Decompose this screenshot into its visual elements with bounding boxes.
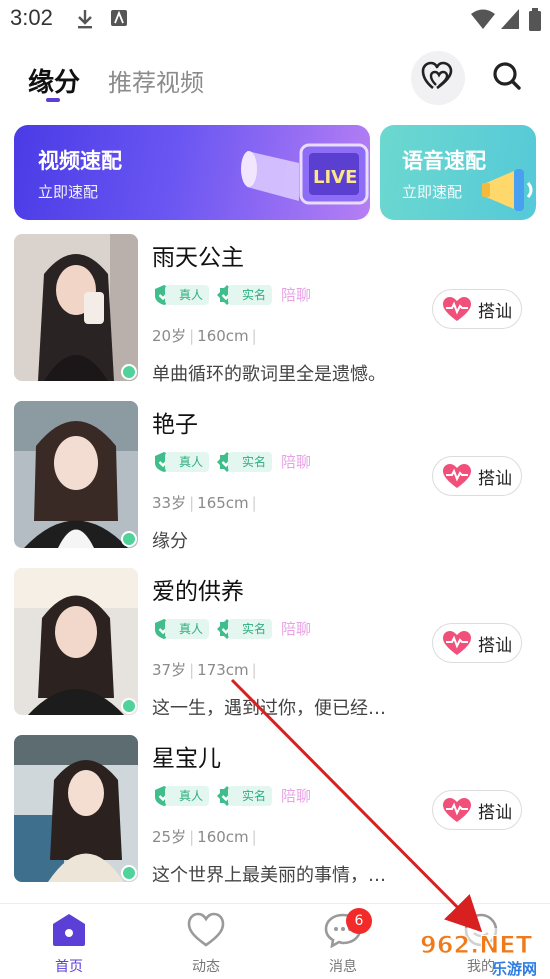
user-bio: 缘分: [152, 531, 188, 552]
megaphone-icon: [480, 165, 536, 220]
wifi-icon: [470, 8, 496, 34]
strike-up-button[interactable]: 搭讪: [432, 289, 522, 329]
double-heart-icon: [421, 61, 455, 95]
avatar[interactable]: [14, 735, 138, 882]
user-name: 艳子: [152, 412, 198, 438]
user-info: 33岁 | 165cm |: [152, 494, 257, 512]
companion-chat-tag: 陪聊: [281, 620, 312, 638]
verified-name-badge: 实名: [216, 617, 273, 641]
user-info: 37岁 | 173cm |: [152, 661, 257, 679]
user-age: 33岁: [152, 494, 187, 512]
real-person-badge: 真人: [153, 283, 210, 307]
video-match-title: 视频速配: [38, 149, 122, 173]
user-info: 25岁 | 160cm |: [152, 828, 257, 846]
strike-up-label: 搭讪: [478, 635, 512, 656]
companion-chat-tag: 陪聊: [281, 453, 312, 471]
nav-home-label: 首页: [55, 959, 83, 975]
video-match-banner[interactable]: 视频速配 立即速配 LIVE: [14, 125, 370, 220]
battery-icon: [528, 8, 542, 36]
user-name: 雨天公主: [152, 245, 244, 271]
unread-message-badge: 6: [346, 908, 372, 934]
user-age: 25岁: [152, 828, 187, 846]
home-icon: [53, 914, 85, 946]
app-notification-icon: [110, 8, 128, 32]
verified-name-badge: 实名: [216, 283, 273, 307]
watermark-logo: 962.NET 乐游网: [410, 922, 550, 979]
user-bio: 这一生，遇到过你，便已经…: [152, 698, 386, 719]
companion-chat-tag: 陪聊: [281, 286, 312, 304]
user-bio: 这个世界上最美丽的事情，…: [152, 865, 386, 886]
tab-active-indicator: [46, 98, 60, 102]
verified-name-badge: 实名: [216, 784, 273, 808]
avatar[interactable]: [14, 401, 138, 548]
nav-messages-label: 消息: [329, 959, 357, 975]
companion-chat-tag: 陪聊: [281, 787, 312, 805]
strike-up-label: 搭讪: [478, 802, 512, 823]
download-icon: [76, 8, 94, 34]
heart-pulse-icon: [443, 297, 471, 321]
strike-up-button[interactable]: 搭讪: [432, 790, 522, 830]
user-bio: 单曲循环的歌词里全是遗憾。: [152, 364, 386, 385]
verified-name-badge: 实名: [216, 450, 273, 474]
status-time: 3:02: [10, 5, 53, 30]
online-status-dot: [121, 698, 137, 714]
status-bar: 3:02: [0, 0, 550, 38]
strike-up-button[interactable]: 搭讪: [432, 456, 522, 496]
avatar[interactable]: [14, 568, 138, 715]
nav-messages[interactable]: 6 消息: [298, 908, 388, 976]
tab-recommended-videos[interactable]: 推荐视频: [108, 63, 204, 98]
nav-moments-label: 动态: [192, 959, 220, 975]
user-info: 20岁 | 160cm |: [152, 327, 257, 345]
user-card[interactable]: 艳子 真人 实名 陪聊 33岁 | 165cm | 缘分 搭讪: [0, 401, 550, 566]
tab-yuanfen[interactable]: 缘分: [28, 62, 80, 99]
strike-up-button[interactable]: 搭讪: [432, 623, 522, 663]
strike-up-label: 搭讪: [478, 301, 512, 322]
avatar[interactable]: [14, 234, 138, 381]
user-height: 165cm: [197, 494, 249, 512]
heart-pulse-icon: [443, 464, 471, 488]
online-status-dot: [121, 364, 137, 380]
heart-pulse-icon: [443, 631, 471, 655]
user-height: 160cm: [197, 327, 249, 345]
real-person-badge: 真人: [153, 617, 210, 641]
nav-home[interactable]: 首页: [24, 912, 114, 976]
match-hearts-button[interactable]: [411, 51, 465, 105]
online-status-dot: [121, 531, 137, 547]
user-height: 173cm: [197, 661, 249, 679]
online-status-dot: [121, 865, 137, 881]
user-card[interactable]: 雨天公主 真人 实名 陪聊 20岁 | 160cm | 单曲循环的歌词里全是遗憾。 搭…: [0, 234, 550, 399]
svg-text:962.NET: 962.NET: [420, 931, 533, 959]
search-button[interactable]: [480, 51, 534, 105]
user-age: 37岁: [152, 661, 187, 679]
strike-up-label: 搭讪: [478, 468, 512, 489]
signal-icon: [500, 8, 520, 34]
user-age: 20岁: [152, 327, 187, 345]
real-person-badge: 真人: [153, 450, 210, 474]
nav-moments[interactable]: 动态: [161, 912, 251, 976]
user-card[interactable]: 星宝儿 真人 实名 陪聊 25岁 | 160cm | 这个世界上最美丽的事情，… 搭讪: [0, 735, 550, 900]
user-name: 爱的供养: [152, 579, 244, 605]
user-height: 160cm: [197, 828, 249, 846]
voice-match-subtitle: 立即速配: [402, 183, 463, 201]
svg-text:乐游网: 乐游网: [492, 960, 537, 978]
heart-outline-icon: [187, 912, 225, 947]
search-icon: [492, 61, 522, 95]
real-person-badge: 真人: [153, 784, 210, 808]
user-name: 星宝儿: [152, 746, 221, 772]
voice-match-title: 语音速配: [402, 149, 486, 173]
live-megaphone-icon: LIVE: [239, 131, 369, 220]
video-match-subtitle: 立即速配: [38, 183, 99, 201]
svg-text:LIVE: LIVE: [313, 167, 357, 188]
heart-pulse-icon: [443, 798, 471, 822]
user-card[interactable]: 爱的供养 真人 实名 陪聊 37岁 | 173cm | 这一生，遇到过你，便已经… 搭…: [0, 568, 550, 733]
voice-match-banner[interactable]: 语音速配 立即速配: [380, 125, 536, 220]
